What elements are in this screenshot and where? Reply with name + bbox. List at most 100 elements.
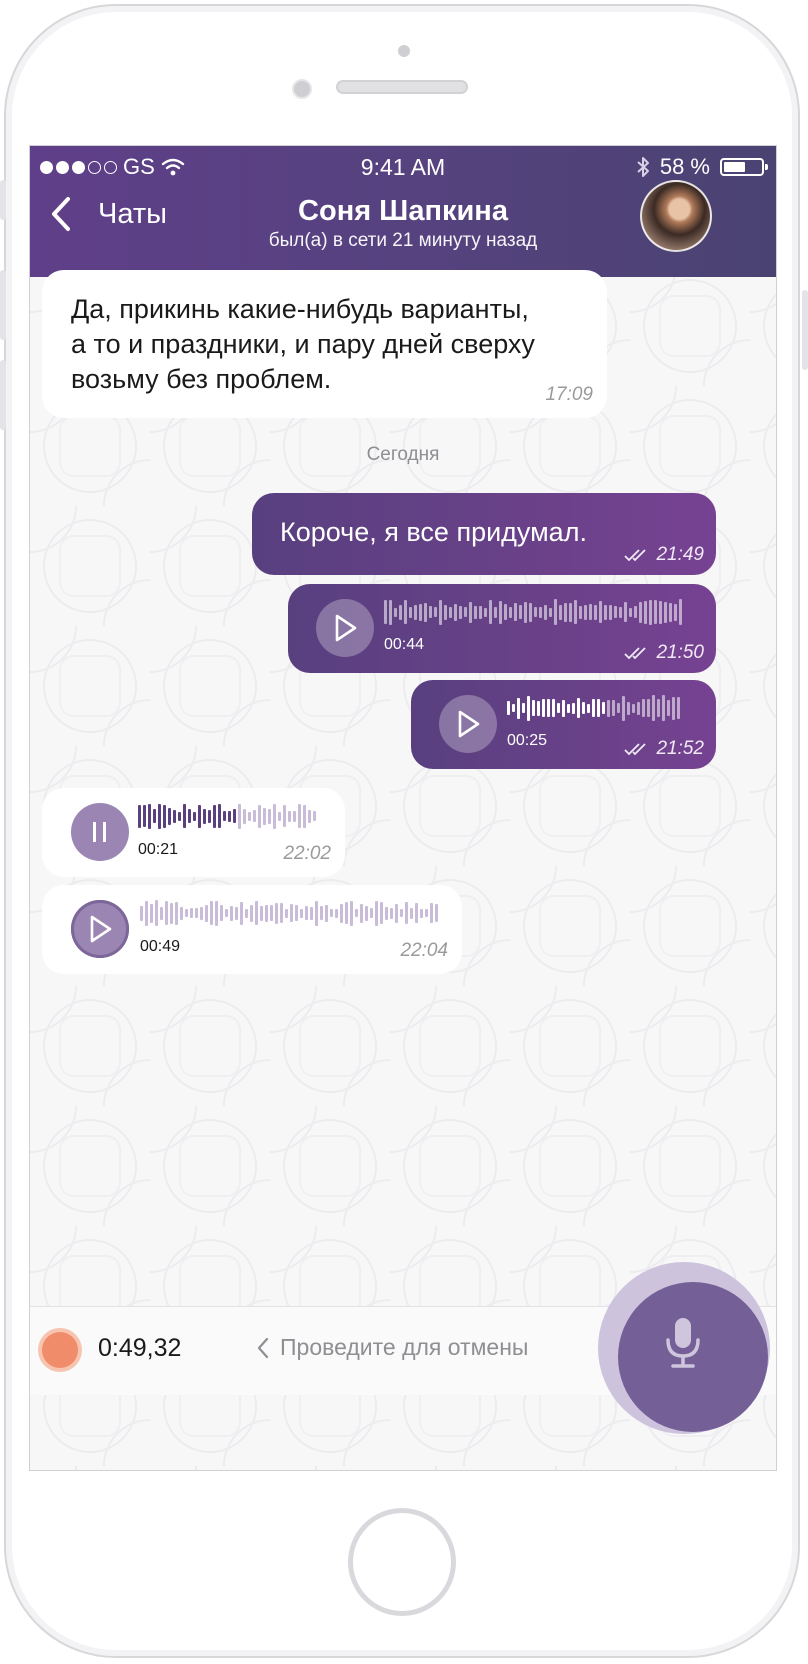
waveform-bar xyxy=(335,908,338,918)
waveform-bar xyxy=(669,602,672,622)
swipe-to-cancel[interactable]: Проведите для отмены xyxy=(256,1334,528,1361)
waveform-bar xyxy=(629,607,632,617)
waveform-bar xyxy=(569,602,572,622)
bluetooth-icon xyxy=(637,157,649,177)
mute-switch xyxy=(0,180,6,220)
waveform-bar xyxy=(399,604,402,620)
waveform-bar xyxy=(210,901,213,925)
volume-down-button xyxy=(0,360,6,430)
waveform-bar xyxy=(173,809,176,823)
waveform-bar xyxy=(639,601,642,623)
waveform-bar xyxy=(582,702,585,714)
waveform-bar xyxy=(430,903,433,923)
pause-button[interactable] xyxy=(71,803,129,861)
contact-name: Соня Шапкина xyxy=(298,195,508,227)
back-label: Чаты xyxy=(98,197,167,230)
waveform-bar xyxy=(637,701,640,715)
home-button[interactable] xyxy=(348,1508,456,1616)
waveform-bar xyxy=(288,810,291,822)
waveform-bar xyxy=(607,699,610,717)
waveform-bar xyxy=(419,603,422,621)
voice-waveform[interactable] xyxy=(384,598,682,626)
play-button[interactable] xyxy=(71,900,129,958)
recording-bar: 0:49,32 Проведите для отмены xyxy=(30,1262,776,1470)
message-time: 17:09 xyxy=(545,384,593,405)
waveform-bar xyxy=(420,908,423,918)
waveform-bar xyxy=(215,900,218,926)
waveform-bar xyxy=(293,810,296,822)
mic-button[interactable] xyxy=(618,1282,768,1432)
battery-percent: 58 % xyxy=(659,154,710,179)
voice-duration: 00:21 xyxy=(138,841,179,858)
waveform-bar xyxy=(145,900,148,926)
waveform-bar xyxy=(557,703,560,713)
incoming-voice-message[interactable]: 00:21 22:02 xyxy=(42,788,345,877)
waveform-bar xyxy=(522,703,525,713)
waveform-bar xyxy=(203,808,206,824)
waveform-bar xyxy=(223,811,226,821)
outgoing-text-message[interactable]: Короче, я все придумал. 21:49 xyxy=(252,493,716,575)
waveform-bar xyxy=(310,906,313,920)
waveform-bar xyxy=(594,604,597,620)
waveform-bar xyxy=(218,804,221,828)
contact-title[interactable]: Соня Шапкина был(а) в сети 21 минуту наз… xyxy=(190,193,616,253)
play-button[interactable] xyxy=(316,599,374,657)
waveform-bar xyxy=(250,904,253,922)
message-meta: 21:50 xyxy=(624,642,704,664)
waveform-bar xyxy=(395,903,398,923)
incoming-voice-message[interactable]: 00:49 22:04 xyxy=(42,885,462,974)
waveform-bar xyxy=(662,695,665,721)
waveform-bar xyxy=(303,804,306,828)
waveform-bar xyxy=(320,906,323,920)
outgoing-voice-message[interactable]: 00:44 21:50 xyxy=(288,584,716,673)
waveform-bar xyxy=(524,601,527,623)
waveform-bar xyxy=(464,607,467,617)
battery-icon xyxy=(720,158,768,176)
waveform-bar xyxy=(345,902,348,924)
play-icon xyxy=(90,915,112,943)
voice-waveform[interactable] xyxy=(507,694,680,722)
waveform-bar xyxy=(138,804,141,828)
voice-duration: 00:25 xyxy=(507,732,548,749)
contact-last-seen: был(а) в сети 21 минуту назад xyxy=(268,230,538,251)
waveform-bar xyxy=(459,605,462,619)
power-button xyxy=(802,290,808,370)
waveform-bar xyxy=(674,603,677,621)
waveform-bar xyxy=(313,811,316,821)
avatar[interactable] xyxy=(640,180,712,252)
waveform-bar xyxy=(559,604,562,620)
waveform-bar xyxy=(435,904,438,922)
play-button[interactable] xyxy=(439,695,497,753)
waveform-bar xyxy=(527,695,530,721)
waveform-bar xyxy=(375,900,378,926)
waveform-bar xyxy=(394,607,397,617)
waveform-bar xyxy=(153,809,156,823)
waveform-bar xyxy=(634,606,637,618)
voice-waveform[interactable] xyxy=(138,802,316,830)
voice-waveform[interactable] xyxy=(140,899,438,927)
waveform-bar xyxy=(325,904,328,922)
waveform-bar xyxy=(532,700,535,716)
back-button[interactable]: Чаты xyxy=(50,196,167,232)
waveform-bar xyxy=(434,607,437,617)
waveform-bar xyxy=(230,905,233,921)
waveform-bar xyxy=(507,701,510,715)
waveform-bar xyxy=(547,699,550,717)
waveform-bar xyxy=(205,904,208,922)
waveform-bar xyxy=(150,903,153,923)
waveform-bar xyxy=(489,600,492,624)
message-time: 21:49 xyxy=(656,544,704,565)
waveform-bar xyxy=(305,906,308,920)
waveform-bar xyxy=(178,811,181,821)
incoming-text-message[interactable]: Да, прикинь какие-нибудь варианты, а то … xyxy=(42,270,607,418)
outgoing-voice-message[interactable]: 00:25 21:52 xyxy=(411,680,716,769)
waveform-bar xyxy=(330,909,333,917)
waveform-bar xyxy=(273,803,276,829)
waveform-bar xyxy=(649,599,652,625)
waveform-bar xyxy=(654,600,657,624)
waveform-bar xyxy=(549,607,552,617)
waveform-bar xyxy=(200,906,203,920)
waveform-bar xyxy=(235,906,238,920)
waveform-bar xyxy=(384,600,387,624)
pause-icon xyxy=(93,822,106,842)
